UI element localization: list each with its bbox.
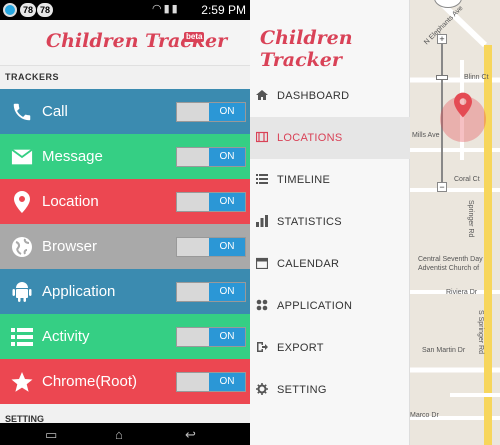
status-bar: 78 78 ◠▮▮ 2:59 PM — [0, 0, 250, 20]
street-label: Mills Ave — [412, 132, 440, 139]
menu-item-export[interactable]: EXPORT — [250, 327, 410, 369]
back-icon[interactable]: ↩ — [185, 427, 196, 443]
beta-badge: beta — [184, 32, 205, 42]
zoom-in-button[interactable]: + — [437, 34, 447, 44]
message-toggle[interactable]: ON — [176, 147, 246, 167]
list-icon — [10, 325, 34, 349]
menu-item-statistics[interactable]: STATISTICS — [250, 201, 410, 243]
map-roads — [410, 0, 500, 445]
menu-item-application[interactable]: APPLICATION — [250, 285, 410, 327]
tracker-label: Browser — [42, 238, 98, 255]
tracker-row-call[interactable]: Call ON — [0, 89, 250, 134]
toggle-on-label: ON — [209, 283, 245, 301]
trackers-section-label: TRACKERS — [5, 72, 60, 82]
battery-badge-mid: 78 — [37, 3, 53, 17]
app-logo: Children Tracker — [260, 27, 353, 71]
battery-badge-left: 78 — [20, 3, 36, 17]
tracker-label: Message — [42, 148, 103, 165]
android-nav-bar: ▭ ⌂ ↩ — [0, 423, 250, 445]
tracker-screen: 78 78 ◠▮▮ 2:59 PM Children Tracker beta … — [0, 0, 250, 445]
call-toggle[interactable]: ON — [176, 102, 246, 122]
chrome-root-toggle[interactable]: ON — [176, 372, 246, 392]
status-time: 2:59 PM — [201, 3, 246, 17]
church-label: Central Seventh Day Adventist Church of — [418, 256, 483, 272]
menu-item-label: SETTING — [277, 384, 327, 396]
home-button-icon[interactable]: ⌂ — [115, 427, 123, 442]
menu-item-locations[interactable]: LOCATIONS — [250, 117, 410, 159]
signal-icon: ▮ — [163, 3, 172, 15]
list-icon — [256, 173, 268, 185]
menu-item-label: CALENDAR — [277, 258, 340, 270]
tracker-row-location[interactable]: Location ON — [0, 179, 250, 224]
globe-icon — [10, 235, 34, 259]
street-label: Riviera Dr — [446, 289, 478, 296]
menu-item-label: DASHBOARD — [277, 90, 350, 102]
street-label: Springer Rd — [467, 200, 474, 238]
menu-item-label: TIMELINE — [277, 174, 331, 186]
tracker-label: Application — [42, 283, 116, 300]
tracker-label: Chrome(Root) — [42, 373, 138, 390]
zoom-slider-handle[interactable] — [436, 75, 448, 80]
home-icon — [256, 89, 268, 101]
drawer-screen: N Elephants Ave Blinn Ct Mills Ave Coral… — [250, 0, 500, 445]
notification-icon — [3, 3, 17, 17]
signal-icons: ◠▮▮ — [152, 2, 180, 15]
street-label: San Martin Dr — [422, 347, 466, 354]
map-icon — [256, 131, 268, 143]
street-label: Blinn Ct — [464, 74, 489, 81]
menu-item-label: STATISTICS — [277, 216, 342, 228]
recent-apps-icon[interactable]: ▭ — [45, 427, 57, 443]
menu-item-label: APPLICATION — [277, 300, 353, 312]
map-pin-icon[interactable] — [454, 92, 472, 123]
browser-toggle[interactable]: ON — [176, 237, 246, 257]
tracker-row-message[interactable]: Message ON — [0, 134, 250, 179]
map-view[interactable]: N Elephants Ave Blinn Ct Mills Ave Coral… — [410, 0, 500, 445]
map-pin-icon — [10, 190, 34, 214]
tracker-label: Location — [42, 193, 99, 210]
grid-icon — [256, 299, 268, 311]
menu-item-label: EXPORT — [277, 342, 324, 354]
activity-toggle[interactable]: ON — [176, 327, 246, 347]
tracker-row-activity[interactable]: Activity ON — [0, 314, 250, 359]
menu-item-calendar[interactable]: CALENDAR — [250, 243, 410, 285]
menu-item-setting[interactable]: SETTING — [250, 369, 410, 411]
tracker-row-chrome-root[interactable]: Chrome(Root) ON — [0, 359, 250, 404]
zoom-out-button[interactable]: − — [437, 182, 447, 192]
street-label: S Springer Rd — [477, 310, 484, 354]
star-icon — [10, 370, 34, 394]
street-label: Marco Dr — [410, 412, 439, 419]
toggle-on-label: ON — [209, 238, 245, 256]
tracker-label: Activity — [42, 328, 90, 345]
menu-item-timeline[interactable]: TIMELINE — [250, 159, 410, 201]
application-toggle[interactable]: ON — [176, 282, 246, 302]
android-icon — [10, 280, 34, 304]
toggle-on-label: ON — [209, 103, 245, 121]
gear-icon — [256, 383, 268, 395]
toggle-on-label: ON — [209, 148, 245, 166]
battery-icon: ▮ — [171, 3, 180, 15]
export-icon — [256, 341, 268, 353]
envelope-icon — [10, 145, 34, 169]
wifi-icon: ◠ — [152, 3, 164, 15]
app-header: Children Tracker beta — [0, 20, 250, 66]
menu-item-label: LOCATIONS — [277, 132, 343, 144]
toggle-on-label: ON — [209, 193, 245, 211]
bar-chart-icon — [256, 215, 268, 227]
calendar-icon — [256, 257, 268, 269]
tracker-row-browser[interactable]: Browser ON — [0, 224, 250, 269]
tracker-row-application[interactable]: Application ON — [0, 269, 250, 314]
toggle-on-label: ON — [209, 373, 245, 391]
phone-icon — [10, 100, 34, 124]
location-toggle[interactable]: ON — [176, 192, 246, 212]
toggle-on-label: ON — [209, 328, 245, 346]
menu-item-dashboard[interactable]: DASHBOARD — [250, 75, 410, 117]
street-label: Coral Ct — [454, 176, 480, 183]
navigation-drawer: Children Tracker DASHBOARD LOCATIONS TIM… — [250, 0, 410, 445]
tracker-label: Call — [42, 103, 68, 120]
